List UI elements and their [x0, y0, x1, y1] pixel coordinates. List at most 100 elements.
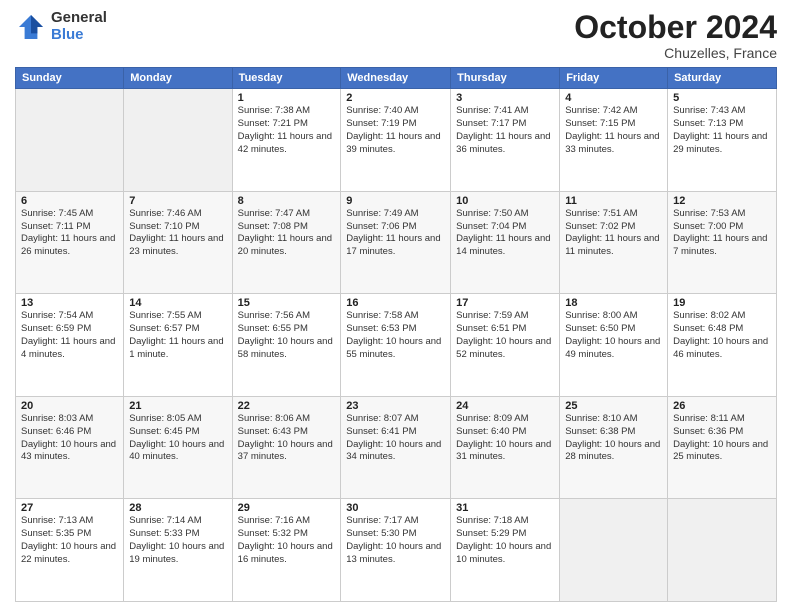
day-info: Sunrise: 7:54 AM Sunset: 6:59 PM Dayligh…: [21, 310, 118, 361]
day-number: 12: [673, 195, 771, 207]
col-saturday: Saturday: [668, 68, 777, 89]
table-row: 4Sunrise: 7:42 AM Sunset: 7:15 PM Daylig…: [560, 89, 668, 192]
day-info: Sunrise: 7:45 AM Sunset: 7:11 PM Dayligh…: [21, 208, 118, 259]
day-info: Sunrise: 7:13 AM Sunset: 5:35 PM Dayligh…: [21, 515, 118, 566]
table-row: 19Sunrise: 8:02 AM Sunset: 6:48 PM Dayli…: [668, 294, 777, 397]
day-number: 6: [21, 195, 118, 207]
day-number: 9: [346, 195, 445, 207]
day-info: Sunrise: 8:02 AM Sunset: 6:48 PM Dayligh…: [673, 310, 771, 361]
table-row: 13Sunrise: 7:54 AM Sunset: 6:59 PM Dayli…: [16, 294, 124, 397]
table-row: 25Sunrise: 8:10 AM Sunset: 6:38 PM Dayli…: [560, 396, 668, 499]
day-info: Sunrise: 8:10 AM Sunset: 6:38 PM Dayligh…: [565, 413, 662, 464]
location: Chuzelles, France: [574, 45, 777, 61]
calendar-week-row: 13Sunrise: 7:54 AM Sunset: 6:59 PM Dayli…: [16, 294, 777, 397]
table-row: 22Sunrise: 8:06 AM Sunset: 6:43 PM Dayli…: [232, 396, 341, 499]
day-number: 8: [238, 195, 336, 207]
table-row: 16Sunrise: 7:58 AM Sunset: 6:53 PM Dayli…: [341, 294, 451, 397]
day-number: 16: [346, 297, 445, 309]
day-number: 28: [129, 502, 226, 514]
day-number: 25: [565, 400, 662, 412]
col-tuesday: Tuesday: [232, 68, 341, 89]
day-info: Sunrise: 8:06 AM Sunset: 6:43 PM Dayligh…: [238, 413, 336, 464]
table-row: 17Sunrise: 7:59 AM Sunset: 6:51 PM Dayli…: [451, 294, 560, 397]
table-row: 9Sunrise: 7:49 AM Sunset: 7:06 PM Daylig…: [341, 191, 451, 294]
col-wednesday: Wednesday: [341, 68, 451, 89]
calendar-week-row: 20Sunrise: 8:03 AM Sunset: 6:46 PM Dayli…: [16, 396, 777, 499]
logo-general: General: [51, 10, 107, 27]
logo: General Blue: [15, 10, 107, 43]
day-info: Sunrise: 7:47 AM Sunset: 7:08 PM Dayligh…: [238, 208, 336, 259]
calendar-header-row: Sunday Monday Tuesday Wednesday Thursday…: [16, 68, 777, 89]
table-row: 23Sunrise: 8:07 AM Sunset: 6:41 PM Dayli…: [341, 396, 451, 499]
table-row: 10Sunrise: 7:50 AM Sunset: 7:04 PM Dayli…: [451, 191, 560, 294]
page: General Blue October 2024 Chuzelles, Fra…: [0, 0, 792, 612]
day-number: 15: [238, 297, 336, 309]
table-row: 29Sunrise: 7:16 AM Sunset: 5:32 PM Dayli…: [232, 499, 341, 602]
table-row: 5Sunrise: 7:43 AM Sunset: 7:13 PM Daylig…: [668, 89, 777, 192]
day-number: 27: [21, 502, 118, 514]
month-title: October 2024: [574, 10, 777, 45]
day-info: Sunrise: 8:05 AM Sunset: 6:45 PM Dayligh…: [129, 413, 226, 464]
table-row: 7Sunrise: 7:46 AM Sunset: 7:10 PM Daylig…: [124, 191, 232, 294]
col-monday: Monday: [124, 68, 232, 89]
day-info: Sunrise: 7:59 AM Sunset: 6:51 PM Dayligh…: [456, 310, 554, 361]
table-row: [16, 89, 124, 192]
table-row: 20Sunrise: 8:03 AM Sunset: 6:46 PM Dayli…: [16, 396, 124, 499]
day-info: Sunrise: 7:18 AM Sunset: 5:29 PM Dayligh…: [456, 515, 554, 566]
day-number: 13: [21, 297, 118, 309]
calendar-week-row: 6Sunrise: 7:45 AM Sunset: 7:11 PM Daylig…: [16, 191, 777, 294]
day-info: Sunrise: 7:42 AM Sunset: 7:15 PM Dayligh…: [565, 105, 662, 156]
day-number: 4: [565, 92, 662, 104]
calendar-week-row: 1Sunrise: 7:38 AM Sunset: 7:21 PM Daylig…: [16, 89, 777, 192]
col-friday: Friday: [560, 68, 668, 89]
table-row: 2Sunrise: 7:40 AM Sunset: 7:19 PM Daylig…: [341, 89, 451, 192]
day-info: Sunrise: 7:43 AM Sunset: 7:13 PM Dayligh…: [673, 105, 771, 156]
day-number: 5: [673, 92, 771, 104]
logo-blue: Blue: [51, 27, 107, 44]
logo-icon: [15, 11, 47, 43]
day-number: 10: [456, 195, 554, 207]
col-sunday: Sunday: [16, 68, 124, 89]
day-info: Sunrise: 7:46 AM Sunset: 7:10 PM Dayligh…: [129, 208, 226, 259]
logo-text: General Blue: [51, 10, 107, 43]
table-row: [560, 499, 668, 602]
table-row: 27Sunrise: 7:13 AM Sunset: 5:35 PM Dayli…: [16, 499, 124, 602]
day-number: 31: [456, 502, 554, 514]
day-info: Sunrise: 8:00 AM Sunset: 6:50 PM Dayligh…: [565, 310, 662, 361]
calendar-table: Sunday Monday Tuesday Wednesday Thursday…: [15, 67, 777, 602]
day-info: Sunrise: 7:14 AM Sunset: 5:33 PM Dayligh…: [129, 515, 226, 566]
day-number: 17: [456, 297, 554, 309]
day-number: 14: [129, 297, 226, 309]
day-info: Sunrise: 8:11 AM Sunset: 6:36 PM Dayligh…: [673, 413, 771, 464]
day-info: Sunrise: 7:51 AM Sunset: 7:02 PM Dayligh…: [565, 208, 662, 259]
day-number: 23: [346, 400, 445, 412]
day-info: Sunrise: 7:40 AM Sunset: 7:19 PM Dayligh…: [346, 105, 445, 156]
table-row: 3Sunrise: 7:41 AM Sunset: 7:17 PM Daylig…: [451, 89, 560, 192]
table-row: 24Sunrise: 8:09 AM Sunset: 6:40 PM Dayli…: [451, 396, 560, 499]
day-info: Sunrise: 7:38 AM Sunset: 7:21 PM Dayligh…: [238, 105, 336, 156]
table-row: 30Sunrise: 7:17 AM Sunset: 5:30 PM Dayli…: [341, 499, 451, 602]
table-row: 11Sunrise: 7:51 AM Sunset: 7:02 PM Dayli…: [560, 191, 668, 294]
day-info: Sunrise: 7:17 AM Sunset: 5:30 PM Dayligh…: [346, 515, 445, 566]
calendar-week-row: 27Sunrise: 7:13 AM Sunset: 5:35 PM Dayli…: [16, 499, 777, 602]
table-row: 6Sunrise: 7:45 AM Sunset: 7:11 PM Daylig…: [16, 191, 124, 294]
day-info: Sunrise: 7:50 AM Sunset: 7:04 PM Dayligh…: [456, 208, 554, 259]
table-row: 26Sunrise: 8:11 AM Sunset: 6:36 PM Dayli…: [668, 396, 777, 499]
day-info: Sunrise: 7:16 AM Sunset: 5:32 PM Dayligh…: [238, 515, 336, 566]
day-number: 11: [565, 195, 662, 207]
table-row: 31Sunrise: 7:18 AM Sunset: 5:29 PM Dayli…: [451, 499, 560, 602]
day-number: 7: [129, 195, 226, 207]
table-row: 21Sunrise: 8:05 AM Sunset: 6:45 PM Dayli…: [124, 396, 232, 499]
day-number: 30: [346, 502, 445, 514]
day-number: 26: [673, 400, 771, 412]
day-info: Sunrise: 7:53 AM Sunset: 7:00 PM Dayligh…: [673, 208, 771, 259]
table-row: 8Sunrise: 7:47 AM Sunset: 7:08 PM Daylig…: [232, 191, 341, 294]
day-info: Sunrise: 7:56 AM Sunset: 6:55 PM Dayligh…: [238, 310, 336, 361]
table-row: 12Sunrise: 7:53 AM Sunset: 7:00 PM Dayli…: [668, 191, 777, 294]
day-info: Sunrise: 7:49 AM Sunset: 7:06 PM Dayligh…: [346, 208, 445, 259]
header: General Blue October 2024 Chuzelles, Fra…: [15, 10, 777, 61]
table-row: [668, 499, 777, 602]
col-thursday: Thursday: [451, 68, 560, 89]
day-info: Sunrise: 7:41 AM Sunset: 7:17 PM Dayligh…: [456, 105, 554, 156]
day-number: 24: [456, 400, 554, 412]
